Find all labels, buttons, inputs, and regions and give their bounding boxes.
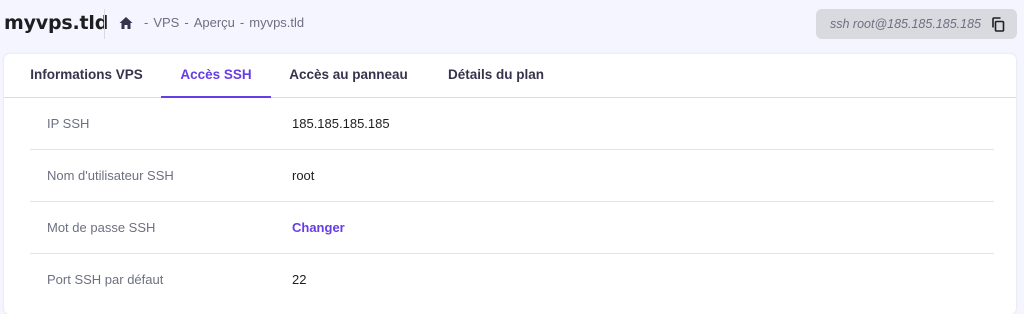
header-divider: [104, 9, 105, 39]
row-label: Port SSH par défaut: [47, 272, 164, 287]
breadcrumb-item-apercu[interactable]: Aperçu: [194, 15, 235, 30]
home-icon[interactable]: [119, 16, 133, 30]
row-ssh-username: Nom d'utilisateur SSH root: [30, 150, 994, 202]
row-ssh-port: Port SSH par défaut 22: [30, 254, 994, 306]
breadcrumb-item-vps[interactable]: VPS: [153, 15, 179, 30]
page-header: myvps.tld - VPS - Aperçu - myvps.tld ssh…: [0, 0, 1024, 50]
breadcrumb: - VPS - Aperçu - myvps.tld: [119, 15, 304, 30]
row-label: Mot de passe SSH: [47, 220, 156, 235]
tab-informations-vps[interactable]: Informations VPS: [12, 54, 161, 98]
tab-acces-au-panneau[interactable]: Accès au panneau: [271, 54, 426, 98]
copy-icon[interactable]: [991, 17, 1005, 32]
tab-details-du-plan[interactable]: Détails du plan: [426, 54, 566, 98]
breadcrumb-separator: -: [184, 15, 189, 30]
row-value: 22: [292, 272, 307, 287]
tab-bar: Informations VPS Accès SSH Accès au pann…: [4, 54, 1016, 98]
ssh-access-card: Informations VPS Accès SSH Accès au pann…: [4, 54, 1016, 314]
row-ip-ssh: IP SSH 185.185.185.185: [30, 98, 994, 150]
change-password-link[interactable]: Changer: [292, 220, 345, 235]
row-label: IP SSH: [47, 116, 90, 131]
tab-acces-ssh[interactable]: Accès SSH: [161, 54, 271, 98]
row-ssh-password: Mot de passe SSH Changer: [30, 202, 994, 254]
ssh-command-box[interactable]: ssh root@185.185.185.185: [816, 9, 1017, 39]
row-label: Nom d'utilisateur SSH: [47, 168, 174, 183]
breadcrumb-item-current: myvps.tld: [249, 15, 305, 30]
row-value: root: [292, 168, 315, 183]
page-title: myvps.tld: [4, 12, 109, 34]
row-value: 185.185.185.185: [292, 116, 390, 131]
breadcrumb-separator: -: [239, 15, 245, 30]
breadcrumb-separator: -: [144, 15, 149, 30]
ssh-command-text: ssh root@185.185.185.185: [830, 17, 981, 31]
